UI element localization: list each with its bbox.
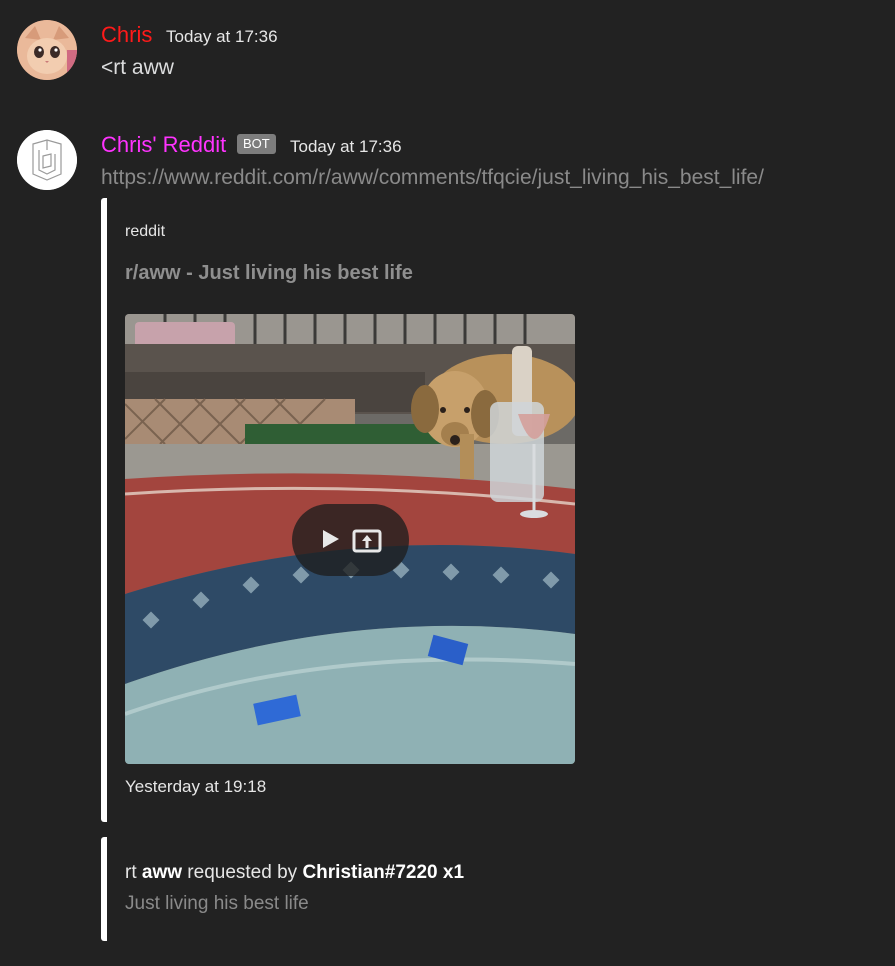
bot-logo-avatar-icon xyxy=(17,130,77,190)
message-bot: Chris' Reddit BOT Today at 17:36 https:/… xyxy=(0,0,895,966)
requested-by-label: requested by xyxy=(187,862,298,883)
video-controls xyxy=(292,504,409,576)
request-user: Christian#7220 xyxy=(302,862,438,883)
play-icon[interactable] xyxy=(320,528,342,550)
open-external-icon[interactable] xyxy=(352,527,382,553)
request-count: x1 xyxy=(442,862,465,883)
author-name[interactable]: Chris' Reddit xyxy=(101,132,226,158)
embed-accent-bar xyxy=(101,198,107,822)
bot-badge: BOT xyxy=(237,134,276,154)
request-subreddit: aww xyxy=(141,862,183,883)
embed-title[interactable]: r/aww - Just living his best life xyxy=(125,262,413,285)
request-info: rt aww requested by Christian#7220 x1 xyxy=(125,862,464,884)
request-description: Just living his best life xyxy=(125,893,309,914)
embed2-accent-bar xyxy=(101,837,107,941)
message-timestamp: Today at 17:36 xyxy=(290,137,402,156)
bot-avatar[interactable] xyxy=(17,130,77,190)
embed-provider[interactable]: reddit xyxy=(125,223,165,241)
embed-footer-timestamp: Yesterday at 19:18 xyxy=(125,777,267,796)
reddit-link[interactable]: https://www.reddit.com/r/aww/comments/tf… xyxy=(101,166,764,190)
request-prefix: rt xyxy=(125,862,137,883)
